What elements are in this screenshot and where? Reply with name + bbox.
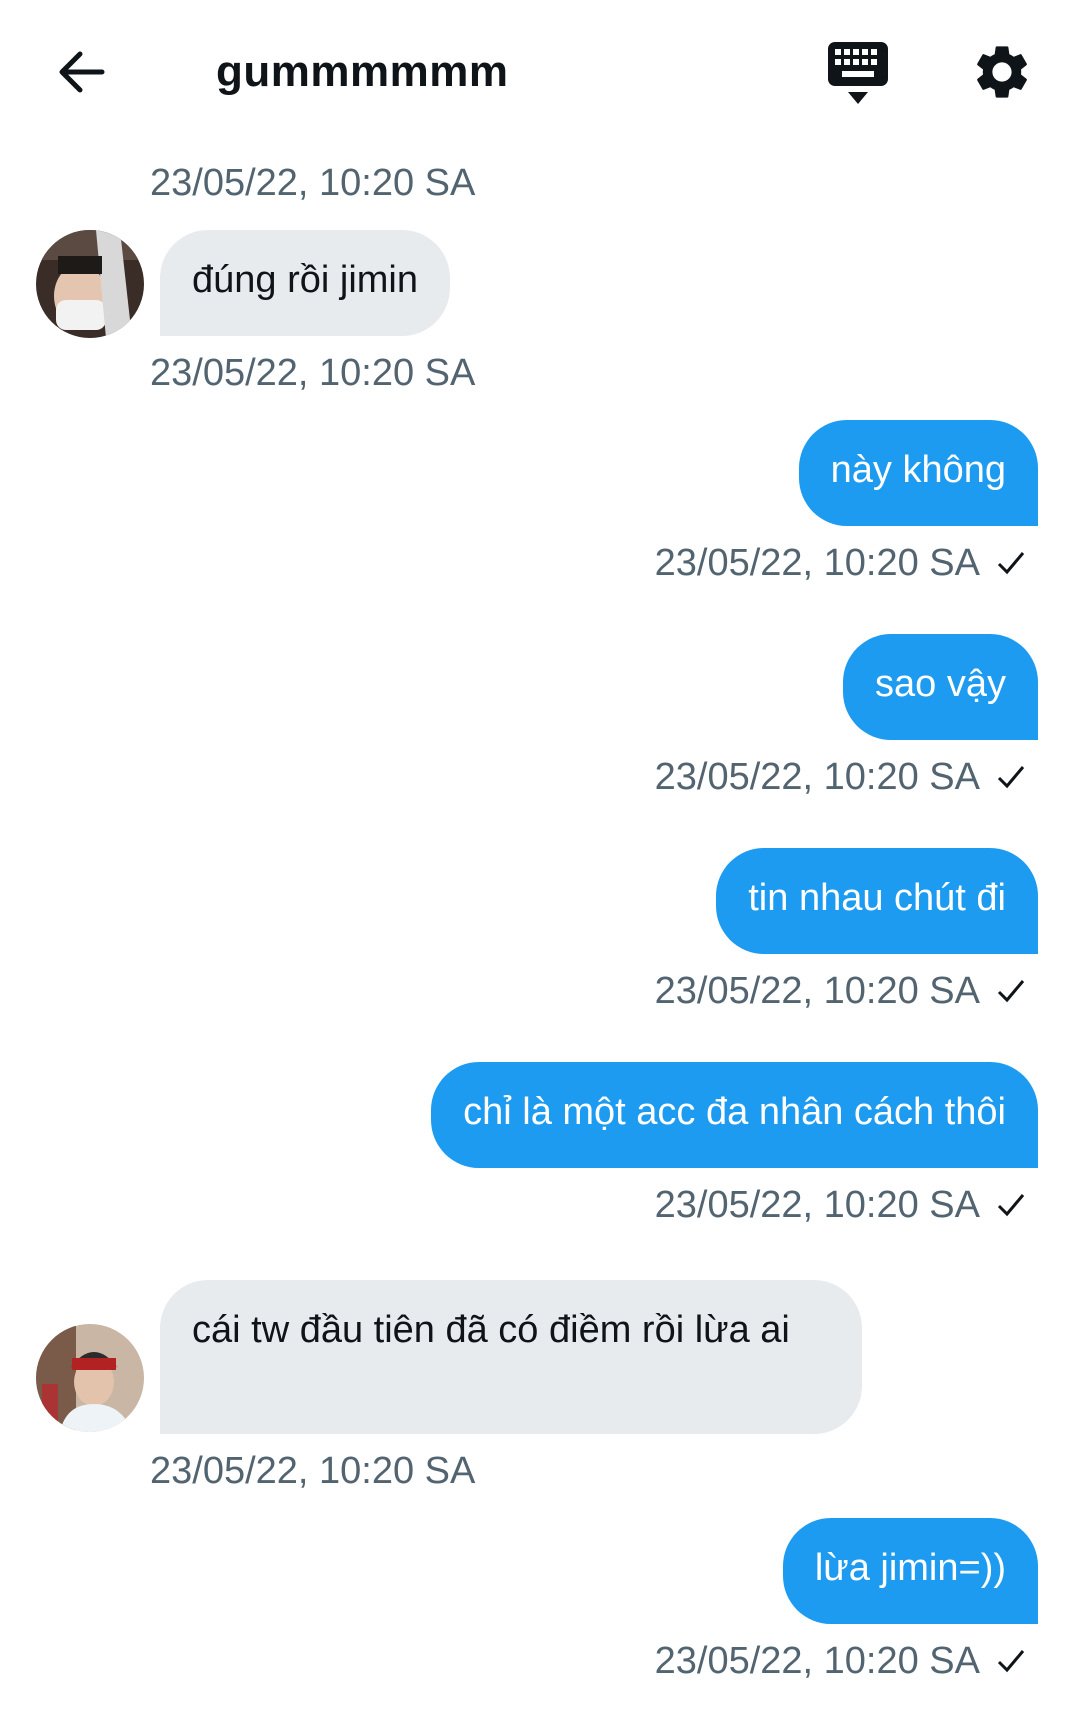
message-bubble-sent[interactable]: tin nhau chút đi	[716, 848, 1038, 954]
avatar[interactable]	[36, 1324, 144, 1432]
message-timestamp: 23/05/22, 10:20 SA	[654, 756, 980, 798]
conversation-header: gummmmmm	[0, 0, 1080, 140]
message-timestamp: 23/05/22, 10:20 SA	[150, 352, 476, 394]
message-bubble-sent[interactable]: lừa jimin=))	[782, 1518, 1038, 1624]
settings-button[interactable]	[970, 40, 1034, 104]
keyboard-icon	[828, 42, 888, 104]
message-timestamp: 23/05/22, 10:20 SA	[150, 162, 476, 204]
back-button[interactable]	[52, 42, 112, 102]
message-status: 23/05/22, 10:20 SA	[655, 1638, 1026, 1684]
message-bubble-sent[interactable]: sao vậy	[843, 634, 1038, 740]
message-timestamp: 23/05/22, 10:20 SA	[654, 970, 980, 1012]
message-status: 23/05/22, 10:20 SA	[655, 1182, 1026, 1228]
message-timestamp: 23/05/22, 10:20 SA	[654, 1184, 980, 1226]
checkmark-icon	[997, 1650, 1025, 1673]
checkmark-icon	[997, 980, 1025, 1003]
avatar[interactable]	[36, 230, 144, 338]
message-bubble-sent[interactable]: chỉ là một acc đa nhân cách thôi	[431, 1062, 1038, 1168]
message-timestamp: 23/05/22, 10:20 SA	[654, 542, 980, 584]
keyboard-toggle-button[interactable]	[826, 40, 890, 106]
checkmark-icon	[997, 766, 1025, 789]
message-status: 23/05/22, 10:20 SA	[655, 968, 1026, 1014]
message-status: 23/05/22, 10:20 SA	[655, 754, 1026, 800]
message-bubble-received[interactable]: cái tw đầu tiên đã có điềm rồi lừa ai	[160, 1280, 862, 1434]
message-timestamp: 23/05/22, 10:20 SA	[654, 1640, 980, 1682]
checkmark-icon	[997, 1194, 1025, 1217]
message-status: 23/05/22, 10:20 SA	[655, 540, 1026, 586]
message-bubble-sent[interactable]: này không	[798, 420, 1038, 526]
checkmark-icon	[997, 552, 1025, 575]
message-timestamp: 23/05/22, 10:20 SA	[150, 1450, 476, 1492]
conversation-title[interactable]: gummmmmm	[216, 42, 509, 102]
message-bubble-received[interactable]: đúng rồi jimin	[160, 230, 450, 336]
gear-icon	[977, 46, 1027, 98]
arrow-left-icon	[59, 51, 105, 93]
